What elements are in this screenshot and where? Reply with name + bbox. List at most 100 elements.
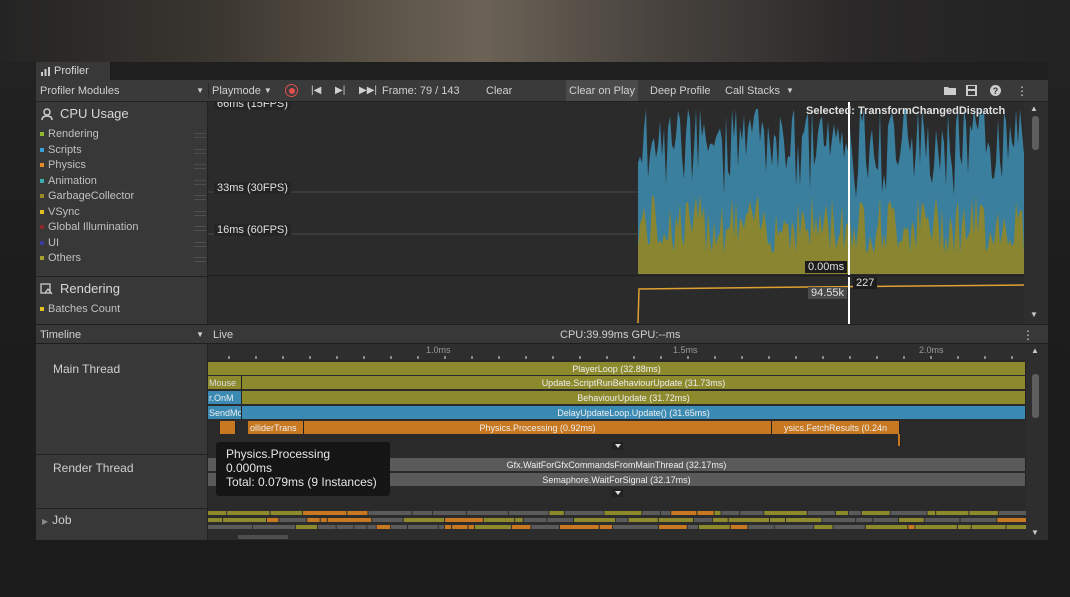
rendering-chart[interactable]: 94.55k 227 — [208, 277, 1024, 325]
job-sample[interactable] — [372, 518, 403, 522]
job-sample[interactable] — [336, 525, 354, 529]
job-sample[interactable] — [969, 511, 998, 515]
job-sample[interactable] — [856, 518, 873, 522]
job-sample[interactable] — [227, 511, 270, 515]
last-frame-button[interactable]: ▶▶| — [359, 80, 377, 101]
sample-physics-processing[interactable]: Physics.Processing (0.92ms) — [304, 421, 772, 434]
job-sample[interactable] — [861, 511, 890, 515]
thread-job[interactable]: ▶ Job — [42, 513, 72, 527]
job-sample[interactable] — [547, 518, 573, 522]
help-button[interactable]: ? — [990, 80, 1001, 101]
more-menu-button[interactable]: ⋮ — [1016, 80, 1028, 101]
job-sample[interactable] — [408, 525, 438, 529]
tab-profiler[interactable]: Profiler — [36, 62, 110, 80]
job-sample[interactable] — [730, 525, 748, 529]
legend-item-garbagecollector[interactable]: GarbageCollector — [40, 190, 206, 202]
job-sample[interactable] — [347, 511, 368, 515]
sample-sendmo[interactable]: SendMo — [208, 406, 242, 419]
timeline-scrollbar[interactable]: ▲ ▼ — [1026, 344, 1048, 540]
job-sample[interactable] — [368, 511, 412, 515]
first-frame-button[interactable]: |◀ — [311, 80, 321, 101]
job-sample[interactable] — [836, 511, 848, 515]
job-sample[interactable] — [659, 525, 687, 529]
scrollbar-thumb[interactable] — [1032, 374, 1039, 418]
job-sample[interactable] — [698, 525, 730, 529]
job-sample[interactable] — [960, 518, 997, 522]
next-frame-button[interactable]: ▶| — [335, 80, 345, 101]
drag-handle-icon[interactable] — [194, 226, 206, 231]
job-sample[interactable] — [376, 525, 391, 529]
drag-handle-icon[interactable] — [194, 148, 206, 154]
legend-item-scripts[interactable]: Scripts — [40, 144, 206, 156]
job-sample[interactable] — [814, 525, 833, 529]
job-sample[interactable] — [774, 525, 814, 529]
job-sample[interactable] — [721, 511, 740, 515]
record-button[interactable] — [285, 80, 298, 101]
live-toggle[interactable]: Live — [213, 325, 233, 344]
legend-item-global-illumination[interactable]: Global Illumination — [40, 221, 206, 233]
job-sample[interactable] — [873, 518, 898, 522]
job-sample[interactable] — [865, 525, 908, 529]
expand-marker-icon[interactable] — [612, 442, 623, 450]
job-sample[interactable] — [957, 525, 971, 529]
job-sample[interactable] — [327, 518, 372, 522]
job-sample[interactable] — [267, 518, 279, 522]
call-stacks-dropdown[interactable]: Call Stacks ▼ — [725, 80, 794, 101]
scrollbar-thumb[interactable] — [1032, 116, 1039, 150]
job-sample[interactable] — [403, 518, 445, 522]
job-sample[interactable] — [936, 511, 969, 515]
job-sample[interactable] — [253, 525, 296, 529]
job-sample[interactable] — [764, 511, 807, 515]
deep-profile-toggle[interactable]: Deep Profile — [650, 80, 711, 101]
sample-collider-transform[interactable]: olliderTrans — [248, 421, 304, 434]
job-sample[interactable] — [560, 525, 599, 529]
timeline-more-button[interactable]: ⋮ — [1022, 325, 1034, 344]
job-sample[interactable] — [412, 511, 433, 515]
view-mode-dropdown[interactable]: Timeline ▼ — [40, 325, 208, 344]
job-sample[interactable] — [642, 511, 661, 515]
legend-item-batches-count[interactable]: Batches Count — [40, 303, 120, 315]
job-sample[interactable] — [515, 518, 523, 522]
job-sample[interactable] — [613, 525, 658, 529]
thread-main[interactable]: Main Thread — [53, 362, 120, 376]
job-sample[interactable] — [770, 518, 785, 522]
job-sample[interactable] — [890, 511, 927, 515]
job-sample[interactable] — [208, 525, 253, 529]
job-sample[interactable] — [531, 525, 559, 529]
job-sample[interactable] — [924, 518, 960, 522]
legend-item-others[interactable]: Others — [40, 252, 206, 264]
drag-handle-icon[interactable] — [194, 210, 206, 216]
job-sample[interactable] — [604, 511, 642, 515]
legend-item-ui[interactable]: UI — [40, 237, 206, 249]
job-sample[interactable] — [1006, 525, 1027, 529]
legend-item-animation[interactable]: Animation — [40, 175, 206, 187]
cpu-usage-module[interactable]: CPU Usage — [40, 106, 129, 121]
job-sample[interactable] — [971, 525, 1006, 529]
job-sample[interactable] — [432, 511, 466, 515]
job-sample[interactable] — [445, 518, 483, 522]
job-sample[interactable] — [475, 525, 511, 529]
job-sample[interactable] — [302, 511, 347, 515]
job-sample[interactable] — [523, 518, 547, 522]
job-sample[interactable] — [915, 525, 957, 529]
job-sample[interactable] — [354, 525, 367, 529]
job-sample[interactable] — [279, 518, 307, 522]
drag-handle-icon[interactable] — [194, 195, 206, 200]
profiler-modules-dropdown[interactable]: Profiler Modules ▼ — [40, 80, 208, 101]
job-sample[interactable] — [223, 518, 266, 522]
job-sample[interactable] — [671, 511, 697, 515]
job-sample[interactable] — [740, 511, 764, 515]
job-sample[interactable] — [833, 525, 865, 529]
job-sample[interactable] — [599, 525, 613, 529]
legend-item-rendering[interactable]: Rendering — [40, 128, 206, 140]
job-sample[interactable] — [466, 511, 508, 515]
drag-handle-icon[interactable] — [194, 133, 206, 138]
job-sample[interactable] — [748, 525, 774, 529]
job-sample[interactable] — [270, 511, 302, 515]
job-sample[interactable] — [687, 525, 698, 529]
drag-handle-icon[interactable] — [194, 179, 206, 185]
job-sample[interactable] — [208, 518, 223, 522]
job-sample[interactable] — [728, 518, 769, 522]
horizontal-scrollbar-thumb[interactable] — [238, 535, 288, 539]
cpu-usage-chart[interactable]: 66ms (15FPS) 33ms (30FPS) 16ms (60FPS) S… — [208, 102, 1024, 276]
